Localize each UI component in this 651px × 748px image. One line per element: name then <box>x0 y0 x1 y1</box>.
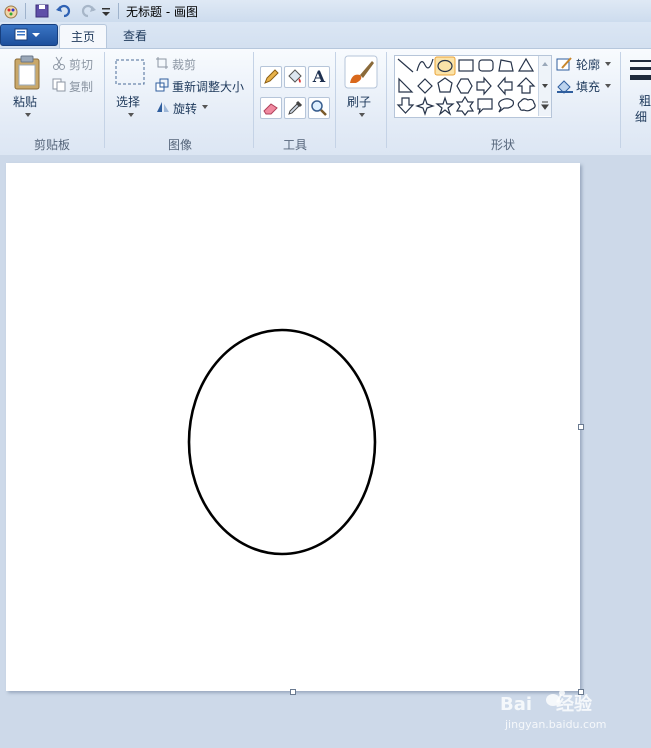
shape-polygon[interactable] <box>498 59 514 72</box>
clipboard-group-label: 剪贴板 <box>33 138 70 152</box>
shapes-gallery <box>394 55 552 118</box>
outline-icon <box>556 57 572 71</box>
fill-tool[interactable] <box>284 66 306 88</box>
watermark-url: jingyan.baidu.com <box>505 718 607 731</box>
tab-home[interactable]: 主页 <box>59 24 107 49</box>
brush-icon[interactable] <box>344 55 378 89</box>
paste-button-label[interactable]: 粘贴 <box>13 93 37 110</box>
shape-five-point-star[interactable] <box>435 96 455 116</box>
pencil-icon <box>264 69 279 84</box>
eraser-tool[interactable] <box>260 97 282 119</box>
paste-icon[interactable] <box>12 55 42 91</box>
text-tool[interactable]: A <box>308 66 330 88</box>
paw-icon <box>544 683 565 706</box>
redo-icon[interactable] <box>79 2 97 20</box>
resize-button[interactable]: 重新调整大小 <box>172 78 244 95</box>
gallery-scroll-arrows-icon <box>541 62 549 110</box>
copy-button[interactable]: 复制 <box>69 78 93 95</box>
shape-cloud-callout[interactable] <box>517 98 536 112</box>
eyedropper-icon <box>288 100 303 115</box>
shape-up-arrow[interactable] <box>516 77 536 94</box>
group-divider <box>386 52 387 148</box>
shape-left-arrow[interactable] <box>497 76 513 96</box>
line-size-icon[interactable] <box>628 58 651 84</box>
shape-curve[interactable] <box>416 58 434 72</box>
pencil-tool[interactable] <box>260 66 282 88</box>
paint-app-icon[interactable] <box>2 2 20 20</box>
fill-button[interactable]: 填充 <box>576 78 600 95</box>
shape-rectangle[interactable] <box>458 59 474 72</box>
select-dropdown-icon[interactable] <box>127 112 135 118</box>
shapes-gallery-icons <box>396 56 536 116</box>
fill-bucket-icon <box>288 69 302 83</box>
shape-pentagon[interactable] <box>437 77 453 93</box>
file-menu-icon <box>14 28 40 41</box>
shape-rect-callout[interactable] <box>477 98 493 115</box>
size-label-2[interactable]: 细 <box>635 108 647 125</box>
crop-button[interactable]: 裁剪 <box>172 56 196 73</box>
color-picker-tool[interactable] <box>284 97 306 119</box>
shape-four-point-star[interactable] <box>415 96 435 116</box>
save-icon[interactable] <box>33 2 51 20</box>
shape-right-triangle[interactable] <box>398 77 414 93</box>
shape-oval-callout[interactable] <box>498 98 515 113</box>
select-button-label[interactable]: 选择 <box>116 93 140 110</box>
crop-icon <box>156 57 168 69</box>
outline-button[interactable]: 轮廓 <box>576 56 600 73</box>
shape-line[interactable] <box>397 58 414 73</box>
brushes-button-label[interactable]: 刷子 <box>347 93 371 110</box>
group-divider <box>620 52 621 148</box>
shape-triangle[interactable] <box>517 57 535 72</box>
resize-handle-bottom[interactable] <box>290 689 296 695</box>
fill-dropdown-icon[interactable] <box>604 83 612 89</box>
group-divider <box>253 52 254 148</box>
tools-group-label: 工具 <box>282 138 307 152</box>
group-divider <box>104 52 105 148</box>
group-divider <box>335 52 336 148</box>
shapes-gallery-scrollbar[interactable] <box>538 56 551 116</box>
undo-icon[interactable] <box>55 2 73 20</box>
window-title: 无标题 - 画图 <box>126 5 198 19</box>
magnifier-tool[interactable] <box>308 97 330 119</box>
magnifier-icon <box>311 100 327 116</box>
shape-rounded-rectangle[interactable] <box>478 59 494 72</box>
eraser-icon <box>263 103 278 115</box>
image-group-label: 图像 <box>167 138 192 152</box>
copy-icon <box>52 78 66 92</box>
resize-handle-right[interactable] <box>578 424 584 430</box>
paste-dropdown-icon[interactable] <box>24 112 32 118</box>
cut-icon <box>53 56 65 70</box>
shape-down-arrow[interactable] <box>396 97 415 114</box>
shape-diamond[interactable] <box>417 78 433 94</box>
brushes-dropdown-icon[interactable] <box>358 112 366 118</box>
rotate-icon <box>157 102 169 112</box>
title-bar: 无标题 - 画图 <box>0 0 651 23</box>
cut-button[interactable]: 剪切 <box>69 56 93 73</box>
customize-quick-access-icon[interactable] <box>98 2 116 20</box>
canvas-drawing <box>187 328 377 556</box>
resize-icon <box>155 78 169 92</box>
shape-right-arrow[interactable] <box>476 76 492 96</box>
watermark-brand: Bai <box>500 694 533 715</box>
shape-hexagon[interactable] <box>456 78 473 94</box>
rotate-button[interactable]: 旋转 <box>173 100 197 117</box>
tab-view[interactable]: 查看 <box>112 24 158 48</box>
outline-dropdown-icon[interactable] <box>604 61 612 67</box>
rotate-dropdown-icon[interactable] <box>201 104 209 110</box>
select-icon[interactable] <box>114 58 146 86</box>
shapes-group-label: 形状 <box>490 138 515 152</box>
shape-six-point-star[interactable] <box>455 95 475 116</box>
size-label-1[interactable]: 粗 <box>639 92 651 109</box>
drawn-ellipse[interactable] <box>187 328 377 556</box>
file-menu-button[interactable] <box>0 24 58 46</box>
fill-shape-icon <box>557 80 573 94</box>
drawing-canvas[interactable] <box>6 163 580 691</box>
